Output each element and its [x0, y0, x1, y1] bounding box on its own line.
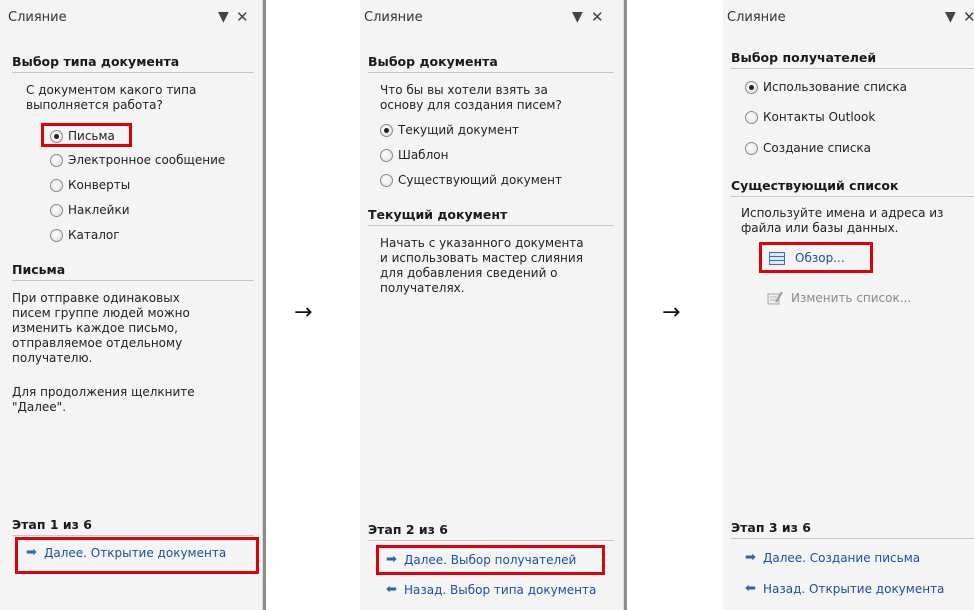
- radio-label: Шаблон: [398, 148, 449, 162]
- section-divider: [368, 72, 614, 73]
- arrow-left-icon: ⬅: [386, 582, 397, 597]
- section-divider: [368, 540, 614, 541]
- section-heading: Выбор документа: [368, 54, 498, 69]
- radio-icon: [745, 111, 758, 124]
- section-divider: [731, 68, 974, 69]
- radio-icon: [745, 81, 758, 94]
- description-text: Используйте имена и адреса из файла или …: [741, 206, 943, 236]
- link-label: Назад. Открытие документа: [763, 582, 945, 596]
- description-text: Начать с указанного документа и использо…: [380, 236, 584, 296]
- section-heading: Текущий документ: [368, 207, 508, 222]
- description-line: Для продолжения щелкните: [12, 385, 195, 399]
- chevron-down-icon[interactable]: ▼: [218, 8, 229, 26]
- pane-title: Слияние: [364, 10, 423, 25]
- description-line: "Далее".: [12, 400, 67, 414]
- radio-label: Использование списка: [763, 80, 907, 94]
- section-heading: Письма: [12, 262, 66, 277]
- arrow-right-icon: →: [294, 300, 313, 325]
- chevron-down-icon[interactable]: ▼: [572, 8, 583, 26]
- pane-border: [624, 0, 627, 610]
- radio-label: Электронное сообщение: [68, 153, 226, 167]
- step-indicator: Этап 2 из 6: [368, 522, 448, 537]
- radio-label: Каталог: [68, 228, 120, 242]
- arrow-right-icon: →: [662, 300, 681, 325]
- radio-label: Контакты Outlook: [763, 110, 876, 124]
- section-heading: Выбор получателей: [731, 50, 877, 65]
- description-text: При отправке одинаковых писем группе люд…: [12, 291, 190, 366]
- pane-border-inner: [623, 0, 624, 610]
- button-label: Изменить список...: [791, 291, 912, 305]
- radio-icon: [50, 204, 63, 217]
- section-heading: Существующий список: [731, 178, 899, 193]
- mail-merge-pane-1: Слияние ▼ ✕ Выбор типа документа С докум…: [0, 0, 266, 610]
- radio-icon: [50, 179, 63, 192]
- pane-titlebar: Слияние ▼ ✕: [723, 8, 974, 28]
- pane-border-inner: [262, 0, 263, 610]
- step-indicator: Этап 1 из 6: [12, 517, 92, 532]
- highlight-box: [41, 123, 132, 147]
- section-heading: Выбор типа документа: [12, 54, 180, 69]
- radio-label: Существующий документ: [398, 173, 563, 187]
- prompt-line: основу для создания писем?: [380, 98, 562, 112]
- chevron-down-icon[interactable]: ▼: [945, 8, 956, 26]
- mail-merge-pane-3: Слияние ▼ ✕ Выбор получателей Использова…: [723, 0, 974, 610]
- radio-icon: [745, 142, 758, 155]
- close-icon[interactable]: ✕: [236, 8, 249, 26]
- radio-label: Конверты: [68, 178, 131, 192]
- radio-icon: [50, 229, 63, 242]
- radio-label: Текущий документ: [398, 123, 520, 137]
- description-line: получателю.: [12, 351, 93, 365]
- continue-hint: Для продолжения щелкните "Далее".: [12, 385, 195, 415]
- prompt-line: Что бы вы хотели взять за: [380, 83, 548, 97]
- section-divider: [731, 538, 974, 539]
- description-line: для добавления сведений о: [380, 266, 558, 280]
- description-line: изменить каждое письмо,: [12, 321, 178, 335]
- close-icon[interactable]: ✕: [591, 8, 604, 26]
- link-label: Назад. Выбор типа документа: [404, 583, 597, 597]
- edit-list-icon: [767, 291, 783, 305]
- pane-title: Слияние: [8, 10, 67, 25]
- description-line: Начать с указанного документа: [380, 236, 584, 250]
- radio-icon: [50, 154, 63, 167]
- pane-border: [263, 0, 266, 610]
- arrow-left-icon: ⬅: [745, 581, 756, 596]
- radio-label: Создание списка: [763, 141, 872, 155]
- prompt-line: выполняется работа?: [26, 98, 163, 112]
- description-line: отправляемое отдельному: [12, 336, 183, 350]
- description-line: писем группе людей можно: [12, 306, 190, 320]
- section-divider: [731, 196, 974, 197]
- description-line: файла или базы данных.: [741, 221, 899, 235]
- pane-title: Слияние: [727, 10, 786, 25]
- radio-icon: [380, 149, 393, 162]
- pane-titlebar: Слияние ▼ ✕: [360, 8, 627, 28]
- close-icon[interactable]: ✕: [963, 8, 974, 26]
- section-divider: [12, 72, 254, 73]
- radio-icon: [380, 124, 393, 137]
- prompt-text: Что бы вы хотели взять за основу для соз…: [380, 83, 562, 113]
- section-divider: [368, 225, 614, 226]
- arrow-right-icon: ➡: [745, 550, 756, 565]
- radio-label: Наклейки: [68, 203, 130, 217]
- description-line: получателях.: [380, 281, 465, 295]
- mail-merge-pane-2: Слияние ▼ ✕ Выбор документа Что бы вы хо…: [360, 0, 627, 610]
- step-indicator: Этап 3 из 6: [731, 520, 811, 535]
- description-line: и использовать мастер слияния: [380, 251, 583, 265]
- description-line: Используйте имена и адреса из: [741, 206, 944, 220]
- link-label: Далее. Создание письма: [763, 551, 921, 565]
- prompt-line: С документом какого типа: [26, 83, 197, 97]
- prompt-text: С документом какого типа выполняется раб…: [26, 83, 196, 113]
- pane-titlebar: Слияние ▼ ✕: [0, 8, 266, 28]
- highlight-box: [759, 242, 873, 273]
- highlight-box: [376, 545, 605, 575]
- highlight-box: [15, 537, 259, 574]
- description-line: При отправке одинаковых: [12, 291, 180, 305]
- section-divider: [12, 280, 254, 281]
- section-divider: [12, 535, 254, 536]
- radio-icon: [380, 174, 393, 187]
